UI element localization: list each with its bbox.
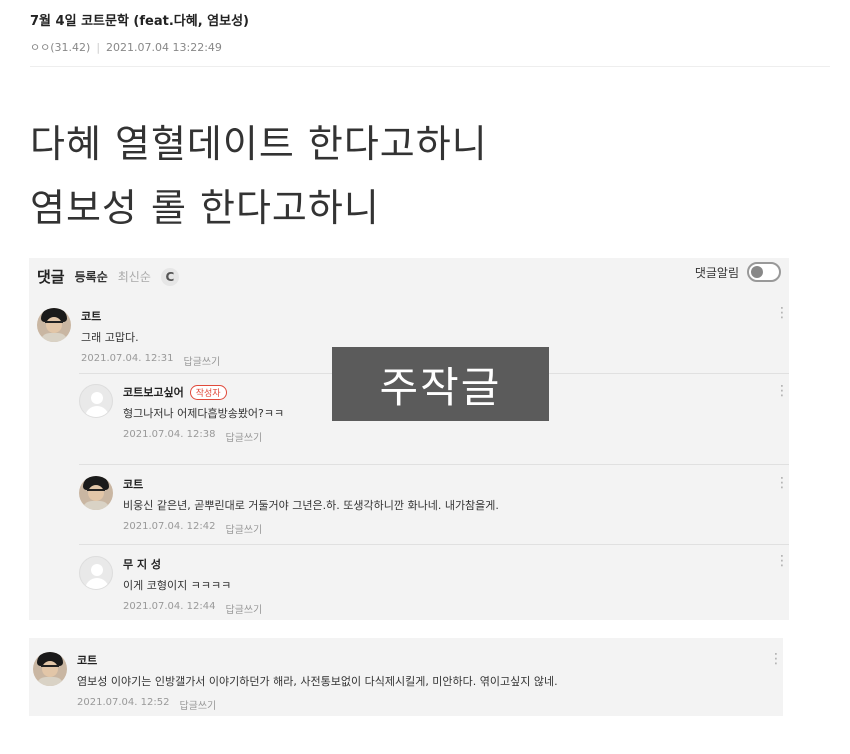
- comment-author: 무 지 성: [123, 558, 162, 571]
- comment-screenshot-2: 코트 염보성 이야기는 인방갤가서 이야기하던가 해라, 사전통보없이 다식제시…: [29, 638, 783, 716]
- comment-alarm-toggle[interactable]: [747, 262, 781, 282]
- comment-divider: [79, 544, 789, 545]
- comment-content: 코트 그래 고맙다. 2021.07.04. 12:31 답글쓰기: [81, 308, 220, 368]
- more-options-icon[interactable]: ⋮: [775, 554, 789, 568]
- refresh-icon[interactable]: C: [160, 267, 179, 286]
- reply-button[interactable]: 답글쓰기: [179, 697, 216, 712]
- more-options-icon[interactable]: ⋮: [775, 306, 789, 320]
- sort-latest-button[interactable]: 최신순: [118, 268, 151, 285]
- comment-alarm-label: 댓글알림: [694, 265, 739, 280]
- comment-meta: 2021.07.04. 12:44 답글쓰기: [123, 601, 262, 616]
- comment-date: 2021.07.04. 12:31: [81, 353, 174, 364]
- post-body-line-2: 염보성 롤 한다고하니: [30, 186, 380, 230]
- more-options-icon[interactable]: ⋮: [775, 384, 789, 398]
- author-badge: 작성자: [189, 384, 227, 400]
- reply-button[interactable]: 답글쓰기: [183, 353, 220, 368]
- comment-content: 코트 비웅신 같은년, 곧뿌린대로 거둘거야 그년은.하. 또생각하니깐 화나네…: [123, 476, 499, 536]
- comment-divider: [79, 464, 789, 465]
- comment-meta: 2021.07.04. 12:42 답글쓰기: [123, 521, 499, 536]
- avatar[interactable]: [79, 384, 113, 418]
- avatar[interactable]: [37, 308, 71, 342]
- comment-author: 코트보고싶어 작성자: [123, 384, 284, 400]
- avatar[interactable]: [33, 652, 67, 686]
- comment-date: 2021.07.04. 12:42: [123, 521, 216, 532]
- post-meta: ㅇㅇ(31.42) | 2021.07.04 13:22:49: [30, 39, 830, 55]
- comment-date: 2021.07.04. 12:44: [123, 601, 216, 612]
- post-datetime: 2021.07.04 13:22:49: [106, 40, 222, 54]
- comment-body: 그래 고맙다.: [81, 331, 139, 344]
- comment-content: 코트보고싶어 작성자 형그나저나 어제다흡방송봤어?ㅋㅋ 2021.07.04.…: [123, 384, 284, 444]
- overlay-caption: 주작글: [332, 347, 549, 421]
- avatar[interactable]: [79, 556, 113, 590]
- comment-alarm: 댓글알림: [695, 262, 781, 282]
- comment-author: 코트: [81, 310, 102, 323]
- more-options-icon[interactable]: ⋮: [775, 476, 789, 490]
- reply-button[interactable]: 답글쓰기: [225, 601, 262, 616]
- header-divider: [30, 66, 830, 67]
- comment-author: 코트: [123, 478, 144, 491]
- reply-button[interactable]: 답글쓰기: [225, 429, 262, 444]
- post-body-line-1: 다혜 열혈데이트 한다고하니: [30, 122, 488, 166]
- comment-meta: 2021.07.04. 12:52 답글쓰기: [77, 697, 558, 712]
- comment-meta: 2021.07.04. 12:31 답글쓰기: [81, 353, 220, 368]
- comment-content: 무 지 성 이게 코형이지 ㅋㅋㅋㅋ 2021.07.04. 12:44 답글쓰…: [123, 556, 262, 616]
- comment-body: 비웅신 같은년, 곧뿌린대로 거둘거야 그년은.하. 또생각하니깐 화나네. 내…: [123, 499, 499, 512]
- sort-registered-button[interactable]: 등록순: [75, 268, 108, 285]
- comment-meta: 2021.07.04. 12:38 답글쓰기: [123, 429, 284, 444]
- comment-content: 코트 염보성 이야기는 인방갤가서 이야기하던가 해라, 사전통보없이 다식제시…: [77, 652, 558, 712]
- post-body: 다혜 열혈데이트 한다고하니 염보성 롤 한다고하니: [30, 112, 488, 240]
- comment-body: 염보성 이야기는 인방갤가서 이야기하던가 해라, 사전통보없이 다식제시킬게,…: [77, 675, 558, 688]
- post-title: 7월 4일 코트문학 (feat.다혜, 염보성): [30, 14, 249, 29]
- comment-date: 2021.07.04. 12:38: [123, 429, 216, 440]
- post-author[interactable]: ㅇㅇ(31.42): [30, 39, 90, 55]
- reply-button[interactable]: 답글쓰기: [225, 521, 262, 536]
- comment-date: 2021.07.04. 12:52: [77, 697, 170, 708]
- comment-author: 코트: [77, 654, 98, 667]
- more-options-icon[interactable]: ⋮: [769, 652, 783, 666]
- comment-body: 형그나저나 어제다흡방송봤어?ㅋㅋ: [123, 407, 285, 420]
- post-header: 7월 4일 코트문학 (feat.다혜, 염보성) ㅇㅇ(31.42) | 20…: [30, 10, 830, 55]
- meta-separator: |: [96, 40, 101, 54]
- comments-header: 댓글 등록순 최신순 C: [37, 266, 179, 287]
- comments-screenshot: 댓글 등록순 최신순 C 댓글알림 코트 그래 고맙다. 2021.07.04.…: [29, 258, 789, 620]
- avatar[interactable]: [79, 476, 113, 510]
- comments-title: 댓글: [37, 268, 65, 286]
- comment-body: 이게 코형이지 ㅋㅋㅋㅋ: [123, 579, 232, 592]
